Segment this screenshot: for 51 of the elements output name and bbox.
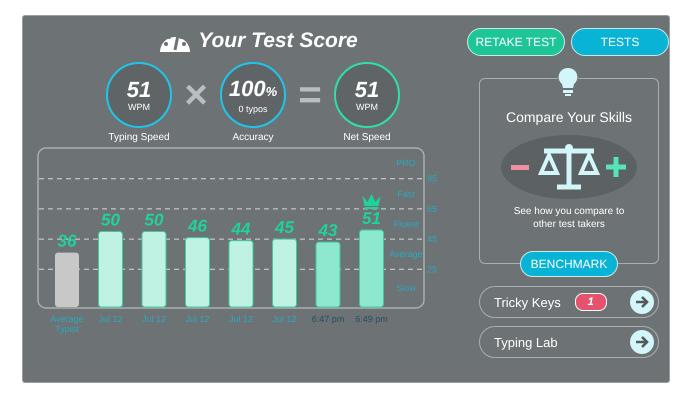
category-label: Jul 12 <box>98 314 123 324</box>
link-row[interactable]: Tricky Keys 1 <box>479 286 659 318</box>
card-description: See how you compare to other test takers <box>512 205 626 231</box>
band-label: Slow <box>396 283 416 294</box>
score-value: 51 <box>354 78 380 102</box>
link-row[interactable]: Typing Lab <box>479 326 659 358</box>
card-title: Compare Your Skills <box>506 109 632 125</box>
category-label: 6:47 pm <box>312 314 344 324</box>
operator-symbol: = <box>297 72 323 118</box>
score-unit: WPM <box>128 102 150 112</box>
bar-value: 51 <box>362 209 381 228</box>
category-label: Average Typist <box>50 314 84 334</box>
score-value: 100% <box>228 76 278 102</box>
bar <box>185 237 210 308</box>
bar <box>272 238 297 308</box>
bar <box>316 242 340 308</box>
tick-label: 85 <box>427 174 438 184</box>
score-unit: 0 typos <box>238 104 268 114</box>
score-unit: WPM <box>356 102 378 112</box>
bar-value: 36 <box>58 232 76 251</box>
band-label: Fast <box>397 188 415 199</box>
category-label: Jul 12 <box>142 314 166 324</box>
tick-label: 45 <box>427 234 438 244</box>
bar-value: 45 <box>275 218 294 238</box>
tick-label: 65 <box>427 204 438 214</box>
bar-value: 50 <box>144 210 164 230</box>
bar-value: 44 <box>232 220 250 239</box>
tick-label: 25 <box>427 264 438 274</box>
action-button[interactable]: RETAKE TEST <box>467 28 565 56</box>
crown-icon <box>362 194 380 210</box>
category-label: Jul 12 <box>228 314 254 324</box>
bar-value: 43 <box>318 221 338 240</box>
band-label: Fluent <box>394 218 418 229</box>
score-label: Typing Speed <box>108 132 170 143</box>
category-label: Jul 12 <box>185 314 210 324</box>
score-value: 51 <box>126 78 152 102</box>
bar-value: 46 <box>188 216 207 236</box>
band-label: PRO <box>396 158 416 168</box>
bar <box>228 240 254 308</box>
category-label: 6:49 pm <box>355 314 388 324</box>
action-button[interactable]: TESTS <box>571 28 669 56</box>
category-label: Jul 12 <box>272 314 297 324</box>
page-title: Your Test Score <box>198 29 358 53</box>
benchmark-button[interactable]: BENCHMARK <box>520 251 618 277</box>
score-label: Accuracy <box>232 132 274 143</box>
bar-value: 50 <box>101 210 120 230</box>
band-label: Average <box>389 249 423 260</box>
bar <box>55 252 79 307</box>
count-badge: 1 <box>574 293 607 311</box>
operator-symbol: × <box>183 72 209 118</box>
score-label: Net Speed <box>343 132 391 143</box>
